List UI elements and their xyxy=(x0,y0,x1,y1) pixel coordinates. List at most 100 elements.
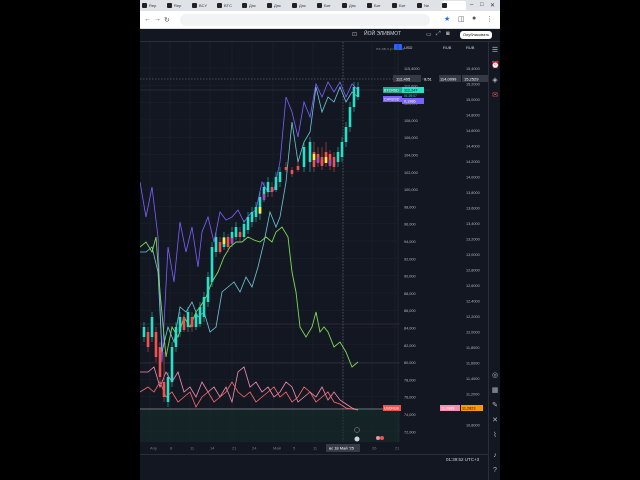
help-icon[interactable]: ? xyxy=(491,467,499,475)
watchlist-icon[interactable]: ☰ xyxy=(491,47,499,55)
calendar-icon[interactable]: ▦ xyxy=(491,387,499,395)
time-tick: 21 xyxy=(395,446,400,451)
chart-canvas[interactable]: на ав.ч.р.н.нам USD RUB RUB 115,4000112,… xyxy=(140,42,488,454)
browser-tab[interactable]: Бит xyxy=(392,1,416,10)
tab-favicon-icon xyxy=(317,3,322,8)
price-tick-right: 14,8000 xyxy=(466,114,480,118)
camera-icon[interactable]: ◙ xyxy=(446,31,450,37)
profile-icon[interactable]: ● xyxy=(472,15,476,22)
candle-body xyxy=(254,207,258,217)
crosshair-tool-icon[interactable]: ✕ xyxy=(491,417,499,425)
flag-icon[interactable] xyxy=(354,436,360,442)
chart-area[interactable]: на ав.ч.р.н.нам USD RUB RUB 115,4000112 xyxy=(140,42,488,454)
alerts-icon[interactable]: ⏰ xyxy=(491,62,500,70)
browser-tab[interactable]: Днс xyxy=(342,1,366,10)
signal-marker xyxy=(328,160,332,166)
ideas-icon[interactable]: ✎ xyxy=(491,402,499,410)
browser-tab[interactable]: Бит xyxy=(317,1,341,10)
price-tick-right: 15,2000 xyxy=(466,83,480,87)
time-tick: 11 xyxy=(190,446,195,451)
candle-body xyxy=(308,142,312,162)
publish-button[interactable]: Опубликовать xyxy=(460,31,493,39)
hotlist-icon[interactable]: ◎ xyxy=(491,372,499,380)
candle-body xyxy=(182,317,186,330)
phone-screen: Rep Rep BCY BTC Днс Днс Днс Бит Днс Бит Бит Ne – □ … xyxy=(140,0,500,480)
browser-tab[interactable]: Днс xyxy=(267,1,291,10)
browser-tab[interactable]: Ne xyxy=(417,1,441,10)
candle-body xyxy=(246,217,250,230)
chart-settings-icon[interactable]: ⊡ xyxy=(352,31,357,38)
browser-tab[interactable]: Rep xyxy=(142,1,166,10)
menu-icon[interactable]: ⋮ xyxy=(486,15,493,23)
candle-body xyxy=(158,347,162,377)
price-tick-left: 94,000 xyxy=(404,240,416,244)
price-tick-right: 12,4000 xyxy=(466,300,480,304)
news-icon-1[interactable] xyxy=(376,436,380,440)
price-tick-left: 115,4000 xyxy=(404,67,420,71)
crosshair-label-right: 114,0099 xyxy=(440,77,457,82)
bell-icon[interactable]: ♪ xyxy=(491,452,499,460)
candle-body xyxy=(296,166,300,170)
browser-tab[interactable] xyxy=(442,1,466,10)
price-tick-left: 100,000 xyxy=(404,188,418,192)
extensions-icon[interactable]: ◫ xyxy=(458,15,465,23)
price-tick-right: 11,2000 xyxy=(466,393,479,397)
browser-tab[interactable]: BTC xyxy=(217,1,241,10)
price-tick-right: 12,2000 xyxy=(466,315,480,319)
candle-body xyxy=(206,277,210,302)
price-tick-right: 14,2000 xyxy=(466,160,480,164)
candle-body xyxy=(146,332,150,347)
browser-tab[interactable]: Днс xyxy=(242,1,266,10)
signal-marker xyxy=(316,157,320,163)
address-bar: ← → ↻ ★ ◫ ● ⋮ xyxy=(140,11,500,29)
browser-tab[interactable]: Бит xyxy=(367,1,391,10)
notifications-icon[interactable]: ✉ xyxy=(491,92,499,100)
reload-icon[interactable]: ↻ xyxy=(164,16,170,24)
tab-favicon-icon xyxy=(417,3,422,8)
forward-icon[interactable]: → xyxy=(154,16,161,23)
snapshot-icon[interactable]: ▭ xyxy=(426,31,432,38)
price-tick-right: 14,6000 xyxy=(466,129,480,133)
right-letterbox xyxy=(500,0,640,480)
tab-label: BTC xyxy=(224,3,232,8)
news-icon-2[interactable] xyxy=(380,436,384,440)
price-tick-right: 11,6000 xyxy=(466,362,479,366)
minimize-icon[interactable]: – xyxy=(470,2,473,8)
close-icon[interactable]: ✕ xyxy=(490,2,495,9)
tab-label: Ne xyxy=(424,3,430,8)
clock[interactable]: 01:39:52 UTC+3 xyxy=(446,457,479,462)
browser-tab[interactable]: Днс xyxy=(292,1,316,10)
symbol-title[interactable]: ЙОЙ ЭЛИВМОТ xyxy=(364,31,401,37)
time-tick: 14 xyxy=(210,446,215,451)
url-input[interactable] xyxy=(180,14,430,26)
interval-label[interactable]: USD xyxy=(404,45,413,50)
candle-body xyxy=(274,177,278,190)
bookmark-star-icon[interactable]: ★ xyxy=(444,15,450,23)
currency-right[interactable]: RUB xyxy=(466,45,475,50)
price-axis-right: 15,4000 15,2000 15,0000 14,8000 14,6000 14,40… xyxy=(466,67,480,428)
price-tick-left: 74,000 xyxy=(404,413,416,417)
bottom-tag: USDRUB xyxy=(384,407,399,411)
tab-label: Днс xyxy=(299,3,306,8)
candle-body xyxy=(352,87,356,107)
fullscreen-icon[interactable]: ⤢ xyxy=(436,31,441,38)
price-tick-left: 98,000 xyxy=(404,205,416,209)
tab-label: Днс xyxy=(274,3,281,8)
candle-body xyxy=(234,227,238,237)
btc-value: 112,247 xyxy=(404,89,417,93)
price-tick-right: 11,8000 xyxy=(466,346,479,350)
currency-left[interactable]: RUB xyxy=(443,45,452,50)
browser-tab[interactable]: Rep xyxy=(167,1,191,10)
browser-tab[interactable]: BCY xyxy=(192,1,216,10)
maximize-icon[interactable]: □ xyxy=(480,2,484,8)
price-tick-left: 78,000 xyxy=(404,378,416,382)
candle-body xyxy=(348,107,352,127)
broadcast-icon[interactable]: ⌇ xyxy=(491,432,499,440)
signal-marker xyxy=(312,154,316,160)
back-icon[interactable]: ← xyxy=(144,16,151,23)
candle-body xyxy=(302,147,306,167)
crosshair-date: вс 18 Май '25 xyxy=(329,446,355,451)
pair-value: 0,1986 xyxy=(404,100,416,104)
layers-icon[interactable]: ◈ xyxy=(491,77,499,85)
bottom-pane-fill xyxy=(140,410,400,442)
